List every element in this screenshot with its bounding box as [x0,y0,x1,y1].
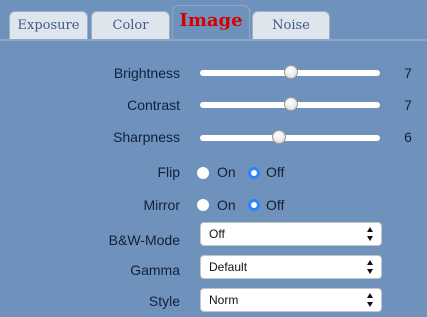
brightness-value: 7 [404,65,412,81]
mirror-off-radio[interactable] [248,199,260,211]
brightness-label: Brightness [113,65,180,81]
brightness-slider[interactable] [200,65,380,79]
style-label: Style [148,293,180,309]
sharpness-slider[interactable] [200,130,380,144]
sharpness-slider-thumb[interactable] [272,130,286,144]
gamma-label: Gamma [130,262,180,278]
contrast-value: 7 [404,97,412,113]
gamma-selected-value: Default [209,260,248,274]
gamma-select[interactable]: Default [200,255,382,279]
tab-color-label: Color [112,18,149,33]
tab-underline [0,39,427,41]
flip-on-radio[interactable] [197,167,209,179]
mirror-label: Mirror [143,197,180,213]
updown-arrows-icon [367,227,373,241]
style-select[interactable]: Norm [200,288,382,312]
bw-mode-selected-value: Off [209,227,225,241]
mirror-on-radio[interactable] [197,199,209,211]
flip-on-label[interactable]: On [217,164,236,180]
updown-arrows-icon [367,260,373,274]
sharpness-value: 6 [404,129,412,145]
style-selected-value: Norm [209,293,239,307]
tab-noise[interactable]: Noise [252,11,330,39]
contrast-label: Contrast [127,97,180,113]
tab-image-label: Image [179,10,243,31]
bw-mode-label: B&W-Mode [108,232,180,248]
bw-mode-select[interactable]: Off [200,222,382,246]
tab-color[interactable]: Color [91,11,170,39]
tab-exposure-label: Exposure [17,18,80,33]
tab-noise-label: Noise [272,18,310,33]
flip-off-label[interactable]: Off [266,164,284,180]
tab-exposure[interactable]: Exposure [9,11,88,39]
image-settings-panel: Exposure Color Image Noise Brightness 7 … [0,0,427,317]
tab-image[interactable]: Image [172,5,250,39]
flip-label: Flip [157,164,180,180]
contrast-slider[interactable] [200,97,380,111]
contrast-slider-thumb[interactable] [284,97,298,111]
sharpness-label: Sharpness [113,129,180,145]
flip-off-radio[interactable] [248,167,260,179]
updown-arrows-icon [367,293,373,307]
brightness-slider-thumb[interactable] [284,65,298,79]
mirror-off-label[interactable]: Off [266,197,284,213]
mirror-on-label[interactable]: On [217,197,236,213]
